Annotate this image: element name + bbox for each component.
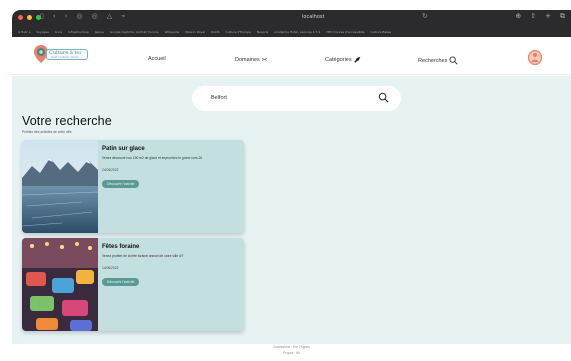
favorite-link[interactable]: DAOS xyxy=(211,30,220,34)
user-account-icon[interactable] xyxy=(528,50,542,65)
share-icon[interactable]: ⇧ xyxy=(530,12,536,21)
favorite-link[interactable]: Voyages xyxy=(36,30,49,34)
footer-links[interactable]: Connexions · Sur 2 lignes xyxy=(12,345,571,349)
browser-nav-icons: ▯ ‹ › ◎ ◎ △ ⌁ xyxy=(40,12,125,20)
close-window-button[interactable] xyxy=(18,15,23,20)
favorite-link[interactable]: Wikipedia xyxy=(165,30,180,34)
search-input[interactable]: Belfort xyxy=(211,95,227,101)
search-nav-icon xyxy=(449,56,458,65)
result-card-body: Patin sur glace Venez découvrir nos 190 … xyxy=(102,146,240,190)
nav-accueil[interactable]: Accueil xyxy=(148,56,166,62)
site-footer: Connexions · Sur 2 lignes Propos · Mt xyxy=(12,344,571,361)
download-icon[interactable]: ⊕ xyxy=(515,12,521,21)
nav-domaines-label: Domaines xyxy=(235,57,260,63)
translate-icon[interactable]: ⌁ xyxy=(121,12,125,20)
browser-window: ▯ ‹ › ◎ ◎ △ ⌁ localhost ↻ ⊕ ⇧ + ⧉ 4 Hub'… xyxy=(12,10,571,361)
favorite-link[interactable]: Jaquie xyxy=(95,30,104,34)
result-card: Fêtes foraine Venez profiter de la fête … xyxy=(22,238,244,331)
favorite-link[interactable]: 4 Hub' s xyxy=(18,30,30,34)
privacy-icon[interactable]: ◎ xyxy=(76,12,82,20)
footer-legal: Propos · Mt xyxy=(283,351,300,355)
nav-categories[interactable]: Catégories xyxy=(325,56,361,63)
shield-icon[interactable]: △ xyxy=(107,12,112,20)
site-logo[interactable]: Culture à toi sport / culture / loisirs xyxy=(34,45,92,65)
new-tab-icon[interactable]: + xyxy=(545,12,551,21)
domains-icon: ✂ xyxy=(261,56,268,64)
nav-categories-label: Catégories xyxy=(325,56,352,63)
browser-actions: ⊕ ⇧ + ⧉ xyxy=(515,12,565,21)
nav-domaines[interactable]: Domaines ✂ xyxy=(235,56,268,64)
search-icon[interactable] xyxy=(378,92,389,103)
tab-overview-icon[interactable]: ⧉ xyxy=(560,12,565,21)
categories-icon xyxy=(354,56,360,63)
favorite-link[interactable]: Infrastructure xyxy=(68,30,89,34)
favorite-link[interactable]: Livre xyxy=(55,30,62,34)
logo-tagline: sport / culture / loisirs xyxy=(51,56,79,59)
discover-activity-button[interactable]: Découvrir l'activité xyxy=(102,179,140,188)
back-icon[interactable]: ‹ xyxy=(53,12,56,20)
result-title[interactable]: Patin sur glace xyxy=(102,146,240,152)
favorite-link[interactable]: Culture Basse xyxy=(371,30,392,34)
page-subtitle: Profitez des activités de votre ville xyxy=(22,130,72,134)
minimize-window-button[interactable] xyxy=(27,15,32,20)
result-description: Venez découvrir nos 190 m2 de glace et i… xyxy=(102,156,203,160)
favorite-link[interactable]: Neupris xyxy=(257,30,269,34)
favorites-bar: 4 Hub' s Voyages Livre Infrastructure Ja… xyxy=(12,26,571,37)
result-description: Venez profiter de la fête foraine annuel… xyxy=(102,254,184,258)
favorite-link[interactable]: HED Course d'accessibite xyxy=(326,30,364,34)
nav-recherches-label: Recherches xyxy=(418,57,448,64)
favorite-link[interactable]: Maison Royal xyxy=(185,30,205,34)
address-bar[interactable]: localhost xyxy=(302,14,324,20)
extension-icon[interactable]: ◎ xyxy=(92,12,98,20)
sidebar-icon[interactable]: ▯ xyxy=(40,12,44,20)
forward-icon[interactable]: › xyxy=(65,12,68,20)
favorite-link[interactable]: Culture d'Europe xyxy=(226,30,251,34)
result-date: 24/04/2022 xyxy=(102,167,119,172)
site-header: Culture à toi sport / culture / loisirs … xyxy=(12,37,571,75)
reload-icon[interactable]: ↻ xyxy=(422,12,428,20)
search-bar[interactable]: Belfort xyxy=(192,86,401,111)
favorite-link[interactable]: Google Captcha, contrat Yvonne xyxy=(110,30,159,34)
result-title[interactable]: Fêtes foraine xyxy=(102,244,240,250)
result-card: Patin sur glace Venez découvrir nos 190 … xyxy=(22,140,244,233)
page-title: Votre recherche xyxy=(22,114,112,128)
main-content: Belfort Votre recherche Profitez des act… xyxy=(12,76,571,344)
nav-recherches[interactable]: Recherches xyxy=(418,56,458,65)
result-date: 14/06/2022 xyxy=(102,265,119,270)
result-card-body: Fêtes foraine Venez profiter de la fête … xyxy=(102,244,240,288)
ice-lake-image xyxy=(22,140,98,233)
nav-accueil-label: Accueil xyxy=(148,56,166,62)
browser-toolbar: ▯ ‹ › ◎ ◎ △ ⌁ localhost ↻ ⊕ ⇧ + ⧉ 4 Hub'… xyxy=(12,10,571,37)
fairground-image xyxy=(22,238,98,331)
favorite-link[interactable]: Academie Hotel, Leonnie 4 3 2 xyxy=(274,30,320,34)
window-controls xyxy=(18,15,41,20)
discover-activity-button[interactable]: Découvrir l'activité xyxy=(102,277,140,286)
